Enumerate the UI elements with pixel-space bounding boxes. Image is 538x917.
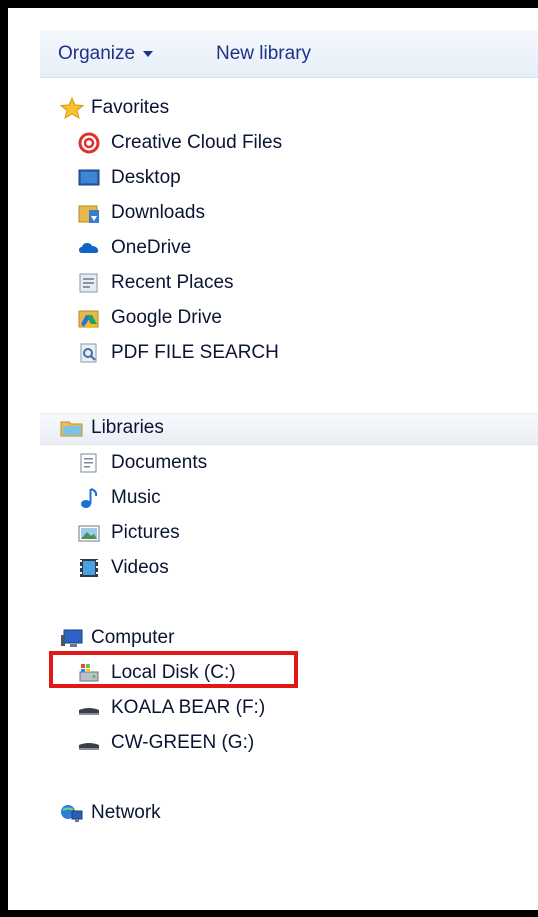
music-icon	[78, 487, 100, 509]
star-icon	[59, 96, 85, 120]
desktop-icon	[78, 167, 100, 189]
nav-item-recent-places[interactable]: Recent Places	[78, 268, 234, 298]
nav-group-libraries[interactable]: Libraries	[60, 413, 164, 443]
pdf-search-icon	[78, 342, 100, 364]
nav-item-music[interactable]: Music	[78, 483, 161, 513]
libraries-folder-icon	[60, 417, 84, 439]
removable-drive-icon	[78, 732, 100, 754]
nav-item-creative-cloud-files[interactable]: Creative Cloud Files	[78, 128, 282, 158]
creative-cloud-icon	[78, 132, 100, 154]
nav-item-documents[interactable]: Documents	[78, 448, 207, 478]
nav-item-pdf-file-search[interactable]: PDF FILE SEARCH	[78, 338, 279, 368]
nav-item-label: PDF FILE SEARCH	[111, 342, 279, 363]
nav-item-label: Creative Cloud Files	[111, 132, 283, 153]
organize-label: Organize	[58, 43, 136, 64]
nav-item-videos[interactable]: Videos	[78, 553, 169, 583]
explorer-window: Organize New library Favorites Creative …	[8, 8, 538, 910]
nav-item-label: Downloads	[111, 202, 205, 223]
nav-group-network[interactable]: Network	[60, 798, 161, 828]
nav-item-cw-green-g[interactable]: CW-GREEN (G:)	[78, 728, 254, 758]
nav-item-label: Desktop	[111, 167, 181, 188]
nav-item-label: Documents	[111, 452, 208, 473]
nav-group-computer[interactable]: Computer	[60, 623, 174, 653]
nav-group-label: Libraries	[91, 417, 164, 438]
nav-item-pictures[interactable]: Pictures	[78, 518, 180, 548]
nav-item-label: Music	[111, 487, 161, 508]
organize-button[interactable]: Organize	[58, 43, 154, 65]
nav-item-google-drive[interactable]: Google Drive	[78, 303, 222, 333]
nav-group-label: Network	[91, 802, 161, 823]
highlight-annotation-box	[49, 651, 298, 688]
pictures-icon	[78, 522, 100, 544]
downloads-icon	[78, 202, 100, 224]
recent-places-icon	[78, 272, 100, 294]
nav-item-onedrive[interactable]: OneDrive	[78, 233, 191, 263]
chevron-down-icon	[143, 50, 154, 57]
removable-drive-icon	[78, 697, 100, 719]
nav-item-label: OneDrive	[111, 237, 192, 258]
new-library-button[interactable]: New library	[216, 43, 311, 65]
computer-icon	[60, 627, 84, 649]
nav-item-label: Pictures	[111, 522, 180, 543]
nav-group-favorites[interactable]: Favorites	[59, 93, 170, 123]
nav-item-koala-bear-f[interactable]: KOALA BEAR (F:)	[78, 693, 265, 723]
nav-item-downloads[interactable]: Downloads	[78, 198, 205, 228]
google-drive-icon	[78, 307, 100, 329]
nav-item-label: CW-GREEN (G:)	[111, 732, 255, 753]
documents-icon	[78, 452, 100, 474]
nav-item-label: Google Drive	[111, 307, 222, 328]
nav-item-label: Videos	[111, 557, 169, 578]
nav-item-label: KOALA BEAR (F:)	[111, 697, 266, 718]
network-icon	[60, 802, 84, 824]
nav-item-desktop[interactable]: Desktop	[78, 163, 181, 193]
nav-group-label: Favorites	[91, 97, 170, 118]
nav-item-label: Recent Places	[111, 272, 234, 293]
command-bar: Organize New library	[40, 30, 538, 78]
nav-group-label: Computer	[91, 627, 175, 648]
videos-icon	[78, 557, 100, 579]
onedrive-icon	[78, 237, 100, 259]
